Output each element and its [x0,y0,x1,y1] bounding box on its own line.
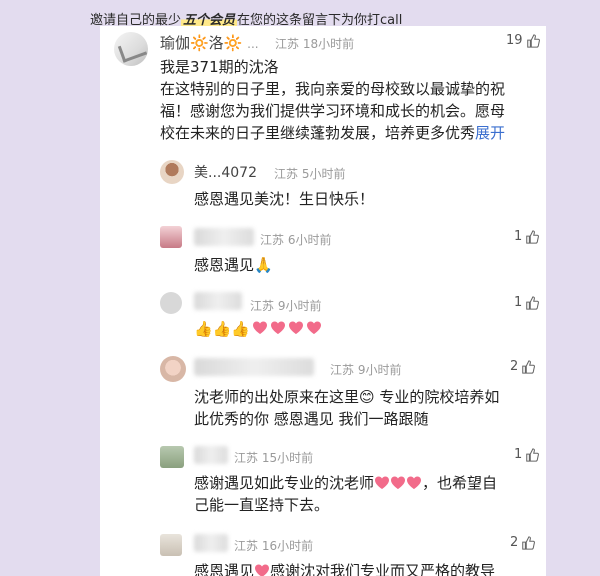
like-count: 2 [510,359,519,374]
avatar[interactable] [114,32,148,66]
reply-meta: 江苏 16小时前 [234,539,314,553]
reply-name[interactable]: 美...4072 [194,162,257,182]
thumbs-emoji-icon: 👍👍👍 [194,320,251,338]
avatar[interactable] [160,226,182,248]
reply-text-part: 感恩遇见 [194,562,255,576]
heart-icon [391,476,406,489]
avatar[interactable] [160,160,184,184]
heart-icon [307,321,322,334]
heart-icon [375,476,390,489]
blurred-name [194,446,228,464]
thumb-up-icon [526,447,540,462]
blurred-name [194,292,242,310]
comment-meta: 江苏 18小时前 [275,37,355,51]
like-button[interactable]: 1 [514,295,540,310]
like-button[interactable]: 2 [510,535,536,550]
comment-line: 在这特别的日子里，我向亲爱的母校致以最诚挚的祝 [160,80,506,98]
like-button[interactable]: 19 [506,33,540,48]
like-button[interactable]: 1 [514,229,540,244]
reply-meta: 江苏 9小时前 [330,363,402,377]
like-button[interactable]: 1 [514,447,540,462]
avatar[interactable] [160,446,184,468]
like-count: 1 [514,229,523,244]
reply-text-part: 感谢沈对我们专业而又严格的教导 [270,562,496,576]
reply-text: 己能一直坚持下去。 [194,496,330,514]
comment-line-text: 校在未来的日子里继续蓬勃发展，培养更多优秀 [160,124,476,142]
like-count: 2 [510,535,519,550]
reply-meta: 江苏 15小时前 [234,451,314,465]
reply-text: 感谢遇见如此专业的沈老师 ，也希望自 [194,472,497,494]
like-count: 1 [514,295,523,310]
avatar[interactable] [160,292,182,314]
thumb-up-icon [526,33,540,48]
name-ellipsis: ... [247,37,259,51]
like-count: 19 [506,33,523,48]
reply-text-part: 感谢遇见如此专业的沈老师 [194,474,375,492]
comment-line: 我是371期的沈洛 [160,58,279,76]
reply-text: 感恩遇见 感谢沈对我们专业而又严格的教导 [194,560,495,576]
reply-text: 感恩遇见🙏 [194,256,273,274]
comment-line: 福！感谢您为我们提供学习环境和成长的机会。愿母 [160,102,506,120]
avatar[interactable] [160,534,182,556]
reply-text: 感恩遇见美沈！生日快乐！ [194,190,375,208]
heart-icon [255,564,270,576]
like-count: 1 [514,447,523,462]
like-button[interactable]: 2 [510,359,536,374]
comment-card: 瑜伽🔆洛🔆 ... 江苏 18小时前 19 我是371期的沈洛 在这特别的日子里… [100,26,546,576]
blurred-name [194,534,228,552]
comment-line: 校在未来的日子里继续蓬勃发展，培养更多优秀展开 [160,122,505,144]
reply-text: 沈老师的出处原来在这里😊 专业的院校培养如 [194,388,500,406]
blurred-name [194,228,254,246]
avatar[interactable] [160,356,186,382]
reply-meta: 江苏 9小时前 [250,299,322,313]
heart-icon [289,321,304,334]
heart-icon [271,321,286,334]
thumb-up-icon [522,535,536,550]
emoji-reply: 👍👍👍 [194,320,322,338]
thumb-up-icon [526,295,540,310]
reply-meta: 江苏 6小时前 [260,233,332,247]
expand-link[interactable]: 展开 [475,124,505,142]
thumb-up-icon [526,229,540,244]
blurred-name [194,358,314,376]
thumb-up-icon [522,359,536,374]
commenter-name-text: 瑜伽🔆洛🔆 [160,34,243,52]
commenter-name[interactable]: 瑜伽🔆洛🔆 ... [160,32,259,53]
heart-icon [253,321,268,334]
reply-meta: 江苏 5小时前 [274,167,346,181]
heart-icon [407,476,422,489]
reply-text: 此优秀的你 感恩遇见 我们一路跟随 [194,410,429,428]
reply-text-part: ，也希望自 [422,474,498,492]
